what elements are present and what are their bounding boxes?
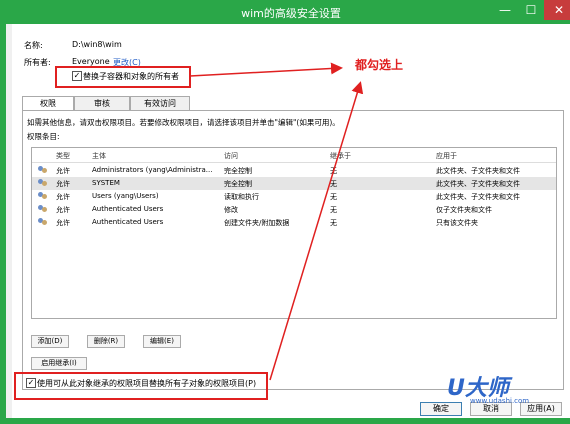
user-group-icon: [38, 179, 47, 187]
cell-type: 允许: [56, 206, 70, 214]
cell-inherited-from: 无: [330, 167, 337, 175]
watermark-url: www.udashi.com: [470, 397, 530, 405]
cell-type: 允许: [56, 219, 70, 227]
minimize-button[interactable]: —: [492, 0, 518, 20]
cell-applies-to: 此文件夹、子文件夹和文件: [436, 167, 520, 175]
table-row[interactable]: 允许 Administrators (yang\Administra... 完全…: [32, 164, 556, 177]
highlight-box-replace-child: [14, 372, 268, 400]
permission-entries-table: 类型 主体 访问 继承于 应用于 允许 Administrators (yang…: [31, 147, 557, 319]
cell-type: 允许: [56, 180, 70, 188]
window-title: wim的高级安全设置: [241, 7, 341, 20]
hint-text: 如需其他信息，请双击权限项目。若要修改权限项目，请选择该项目并单击"编辑"(如果…: [27, 118, 340, 127]
cell-principal: SYSTEM: [92, 179, 120, 187]
cell-access: 读取和执行: [224, 193, 259, 201]
cell-applies-to: 仅子文件夹和文件: [436, 206, 492, 214]
user-group-icon: [38, 205, 47, 213]
cell-inherited-from: 无: [330, 219, 337, 227]
owner-label: 所有者:: [24, 58, 51, 67]
annotation-text: 都勾选上: [355, 58, 404, 72]
cell-inherited-from: 无: [330, 193, 337, 201]
security-settings-window: wim的高级安全设置 — ☐ ✕ 名称: D:\win8\wim 所有者: Ev…: [0, 0, 570, 424]
header-applies-to: 应用于: [436, 152, 457, 160]
name-value: D:\win8\wim: [72, 40, 122, 49]
header-principal: 主体: [92, 152, 106, 160]
name-label: 名称:: [24, 41, 43, 50]
close-button[interactable]: ✕: [544, 0, 570, 20]
cell-applies-to: 此文件夹、子文件夹和文件: [436, 180, 520, 188]
permission-entries-label: 权限条目:: [27, 132, 60, 141]
cell-principal: Administrators (yang\Administra...: [92, 166, 213, 174]
table-row[interactable]: 允许 Authenticated Users 创建文件夹/附加数据 无 只有该文…: [32, 216, 556, 229]
cell-inherited-from: 无: [330, 180, 337, 188]
enable-inheritance-button[interactable]: 启用继承(I): [31, 357, 87, 370]
header-inherited-from: 继承于: [330, 152, 351, 160]
add-button[interactable]: 添加(D): [31, 335, 69, 348]
cell-inherited-from: 无: [330, 206, 337, 214]
maximize-button[interactable]: ☐: [518, 0, 544, 20]
cell-access: 完全控制: [224, 180, 252, 188]
cell-access: 修改: [224, 206, 238, 214]
title-bar: wim的高级安全设置 — ☐ ✕: [6, 0, 570, 24]
table-row[interactable]: 允许 Authenticated Users 修改 无 仅子文件夹和文件: [32, 203, 556, 216]
cell-access: 完全控制: [224, 167, 252, 175]
cell-principal: Authenticated Users: [92, 205, 164, 213]
cell-principal: Authenticated Users: [92, 218, 164, 226]
cell-applies-to: 此文件夹、子文件夹和文件: [436, 193, 520, 201]
ok-button[interactable]: 确定: [420, 402, 462, 416]
table-row[interactable]: 允许 SYSTEM 完全控制 无 此文件夹、子文件夹和文件: [32, 177, 556, 190]
highlight-box-owner: [55, 66, 191, 88]
table-row[interactable]: 允许 Users (yang\Users) 读取和执行 无 此文件夹、子文件夹和…: [32, 190, 556, 203]
user-group-icon: [38, 166, 47, 174]
cell-type: 允许: [56, 167, 70, 175]
cell-applies-to: 只有该文件夹: [436, 219, 478, 227]
cell-access: 创建文件夹/附加数据: [224, 219, 290, 227]
tab-audit[interactable]: 审核: [74, 96, 130, 111]
remove-button[interactable]: 删除(R): [87, 335, 125, 348]
permissions-tab-content: 如需其他信息，请双击权限项目。若要修改权限项目，请选择该项目并单击"编辑"(如果…: [22, 110, 564, 390]
cell-type: 允许: [56, 193, 70, 201]
user-group-icon: [38, 218, 47, 226]
header-type: 类型: [56, 152, 70, 160]
owner-value: Everyone: [72, 57, 110, 66]
header-access: 访问: [224, 152, 238, 160]
edit-button[interactable]: 编辑(E): [143, 335, 181, 348]
cell-principal: Users (yang\Users): [92, 192, 159, 200]
table-header: 类型 主体 访问 继承于 应用于: [32, 148, 556, 163]
user-group-icon: [38, 192, 47, 200]
tab-effective-access[interactable]: 有效访问: [130, 96, 190, 111]
